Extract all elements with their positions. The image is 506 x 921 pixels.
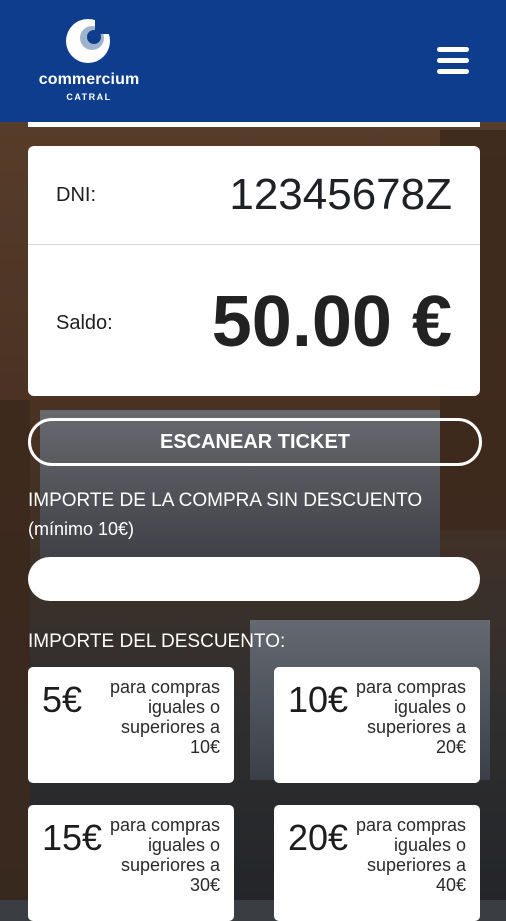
logo-subtitle: CATRAL xyxy=(66,92,112,102)
discount-amount: 5€ xyxy=(42,679,83,720)
discount-option-20[interactable]: 20€ para compras iguales o superiores a … xyxy=(274,805,480,921)
discount-condition: para compras iguales o superiores a 30€ xyxy=(109,815,220,895)
dni-label: DNI: xyxy=(56,184,96,206)
discount-option-10[interactable]: 10€ para compras iguales o superiores a … xyxy=(274,667,480,783)
scan-ticket-button[interactable]: ESCANEAR TICKET xyxy=(28,418,482,466)
discount-option-15[interactable]: 15€ para compras iguales o superiores a … xyxy=(28,805,234,921)
divider xyxy=(28,122,480,127)
commercium-logo[interactable]: commercium CATRAL xyxy=(30,16,148,108)
discount-condition: para compras iguales o superiores a 10€ xyxy=(109,677,220,757)
dni-value: 12345678Z xyxy=(229,170,452,219)
saldo-label: Saldo: xyxy=(56,312,113,334)
discount-label: IMPORTE DEL DESCUENTO: xyxy=(28,631,286,652)
purchase-amount-input[interactable] xyxy=(28,557,480,601)
hamburger-menu-icon[interactable] xyxy=(434,44,472,78)
discount-condition: para compras iguales o superiores a 20€ xyxy=(355,677,466,757)
discount-condition: para compras iguales o superiores a 40€ xyxy=(355,815,466,895)
app-header: commercium CATRAL xyxy=(0,0,506,122)
purchase-amount-hint: (mínimo 10€) xyxy=(28,519,135,539)
account-card: DNI: 12345678Z Saldo: 50.00 € xyxy=(28,146,480,396)
dni-row: DNI: 12345678Z xyxy=(28,146,480,245)
logo-name: commercium xyxy=(38,71,140,88)
purchase-amount-label: IMPORTE DE LA COMPRA SIN DESCUENTO xyxy=(28,490,423,511)
saldo-value: 50.00 € xyxy=(211,282,452,362)
discount-option-5[interactable]: 5€ para compras iguales o superiores a 1… xyxy=(28,667,234,783)
logo-swirl-icon xyxy=(66,18,111,63)
